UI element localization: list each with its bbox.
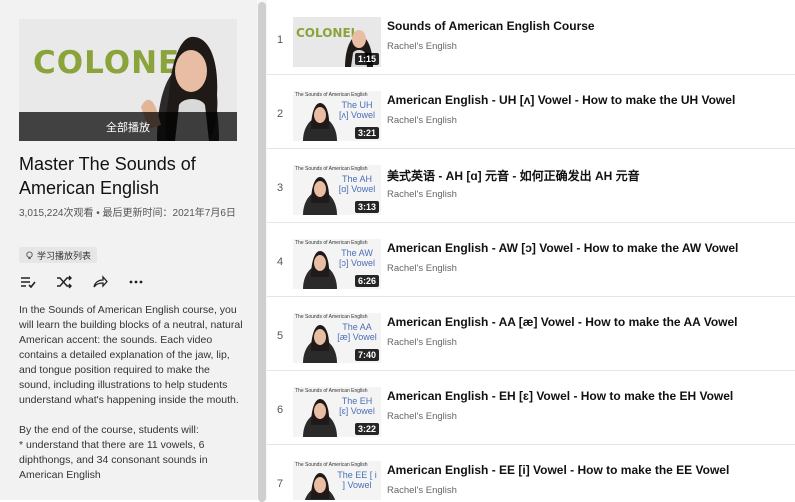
channel-name[interactable]: Rachel's English <box>387 189 457 200</box>
playlist-description: In the Sounds of American English course… <box>19 304 243 481</box>
video-index: 1 <box>276 34 284 46</box>
presenter-image <box>303 103 337 141</box>
sidebar-scrollbar[interactable] <box>257 0 267 502</box>
video-index: 5 <box>276 330 284 342</box>
video-index: 7 <box>276 478 284 490</box>
video-title[interactable]: American English - EE [i] Vowel - How to… <box>387 463 787 477</box>
thumbnail-label: The AW [ɔ] Vowel <box>338 248 376 268</box>
thumbnail-label: The AH [ɑ] Vowel <box>338 174 376 194</box>
video-title[interactable]: 美式英语 - AH [ɑ] 元音 - 如何正确发出 AH 元音 <box>387 167 787 184</box>
video-title[interactable]: American English - UH [ʌ] Vowel - How to… <box>387 93 787 107</box>
share-icon[interactable] <box>92 274 108 290</box>
video-title[interactable]: American English - AW [ɔ] Vowel - How to… <box>387 241 787 255</box>
video-row-6[interactable]: 6 The Sounds of American English The EH … <box>267 370 795 445</box>
video-title[interactable]: Sounds of American English Course <box>387 19 787 33</box>
channel-name[interactable]: Rachel's English <box>387 485 457 496</box>
scrollbar-thumb[interactable] <box>258 2 266 502</box>
video-duration: 3:13 <box>354 201 379 213</box>
channel-name[interactable]: Rachel's English <box>387 263 457 274</box>
presenter-image <box>303 399 337 437</box>
video-index: 4 <box>276 256 284 268</box>
presenter-image <box>304 473 336 500</box>
video-thumbnail[interactable]: The Sounds of American English The EH [ɛ… <box>293 387 381 437</box>
thumbnail-series: The Sounds of American English <box>295 388 368 394</box>
video-thumbnail[interactable]: The Sounds of American English The UH [ʌ… <box>293 91 381 141</box>
thumbnail-series: The Sounds of American English <box>295 166 368 172</box>
thumbnail-label: The EH [ɛ] Vowel <box>339 396 375 416</box>
presenter-image <box>303 177 337 215</box>
video-row-2[interactable]: 2 The Sounds of American English The UH … <box>267 74 795 149</box>
video-thumbnail[interactable]: The Sounds of American English The EE [ … <box>293 461 381 500</box>
video-row-5[interactable]: 5 The Sounds of American English The AA … <box>267 296 795 371</box>
thumbnail-series: The Sounds of American English <box>295 462 368 468</box>
video-title[interactable]: American English - AA [æ] Vowel - How to… <box>387 315 787 329</box>
channel-name[interactable]: Rachel's English <box>387 41 457 52</box>
video-row-3[interactable]: 3 The Sounds of American English The AH … <box>267 148 795 223</box>
thumbnail-series: The Sounds of American English <box>295 314 368 320</box>
video-duration: 6:26 <box>354 275 379 287</box>
video-index: 3 <box>276 182 284 194</box>
shuffle-icon[interactable] <box>56 274 72 290</box>
thumbnail-series: The Sounds of American English <box>295 240 368 246</box>
video-duration: 1:15 <box>354 53 379 65</box>
channel-name[interactable]: Rachel's English <box>387 115 457 126</box>
video-thumbnail[interactable]: The Sounds of American English The AH [ɑ… <box>293 165 381 215</box>
video-index: 6 <box>276 404 284 416</box>
thumbnail-label: The UH [ʌ] Vowel <box>338 100 376 120</box>
video-thumbnail[interactable]: The Sounds of American English The AA [æ… <box>293 313 381 363</box>
video-index: 2 <box>276 108 284 120</box>
playlist-meta: 3,015,224次观看 • 最后更新时间：2021年7月6日 <box>19 208 236 219</box>
thumbnail-label: The EE [ i ] Vowel <box>337 470 377 490</box>
video-row-4[interactable]: 4 The Sounds of American English The AW … <box>267 222 795 297</box>
more-icon[interactable] <box>128 274 144 290</box>
video-title[interactable]: American English - EH [ɛ] Vowel - How to… <box>387 389 787 403</box>
presenter-image <box>303 325 337 363</box>
thumbnail-series: The Sounds of American English <box>295 92 368 98</box>
video-duration: 3:22 <box>354 423 379 435</box>
learning-playlist-badge[interactable]: 学习播放列表 <box>19 247 98 263</box>
playlist-hero-thumbnail[interactable]: COLONEL 全部播放 <box>19 19 237 141</box>
play-all-button[interactable]: 全部播放 <box>19 112 237 141</box>
thumbnail-label: The AA [æ] Vowel <box>337 322 377 342</box>
video-row-1[interactable]: 1 COLONEL 1:15 Sounds of American Englis… <box>267 0 795 75</box>
lightbulb-icon <box>26 250 33 259</box>
add-to-queue-icon[interactable] <box>20 274 36 290</box>
video-duration: 3:21 <box>354 127 379 139</box>
video-list: 1 COLONEL 1:15 Sounds of American Englis… <box>267 0 795 500</box>
badge-label: 学习播放列表 <box>37 250 92 261</box>
video-thumbnail[interactable]: The Sounds of American English The AW [ɔ… <box>293 239 381 289</box>
presenter-image <box>303 251 337 289</box>
video-duration: 7:40 <box>354 349 379 361</box>
video-thumbnail[interactable]: COLONEL 1:15 <box>293 17 381 67</box>
channel-name[interactable]: Rachel's English <box>387 411 457 422</box>
video-row-7[interactable]: 7 The Sounds of American English The EE … <box>267 444 795 500</box>
channel-name[interactable]: Rachel's English <box>387 337 457 348</box>
playlist-sidebar: COLONEL 全部播放 Master The Sounds of Americ… <box>0 0 257 500</box>
playlist-title: Master The Sounds of American English <box>19 154 196 198</box>
playlist-actions <box>20 274 144 290</box>
